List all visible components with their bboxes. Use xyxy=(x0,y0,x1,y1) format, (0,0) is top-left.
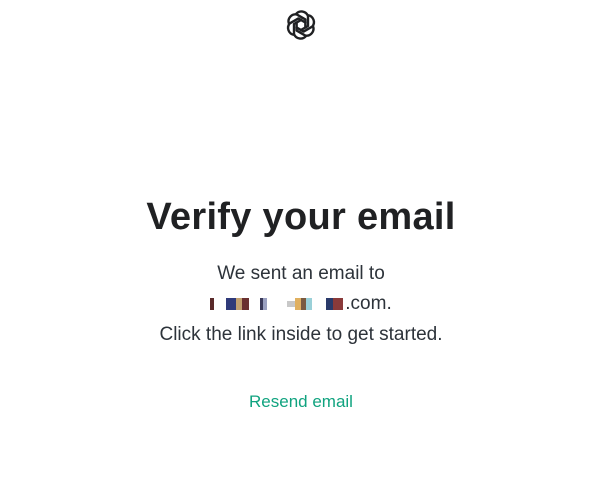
email-domain-suffix: .com. xyxy=(345,293,392,314)
message-intro: We sent an email to xyxy=(217,263,385,284)
openai-logo-icon xyxy=(281,5,321,45)
verify-message: We sent an email to .com. Click the link… xyxy=(0,259,602,350)
message-instruction: Click the link inside to get started. xyxy=(159,324,443,345)
redacted-email-mask xyxy=(210,297,344,311)
resend-email-button[interactable]: Resend email xyxy=(243,388,359,416)
verify-email-panel: Verify your email We sent an email to .c… xyxy=(0,193,602,416)
email-address: .com. xyxy=(210,289,392,319)
page-title: Verify your email xyxy=(146,196,456,238)
